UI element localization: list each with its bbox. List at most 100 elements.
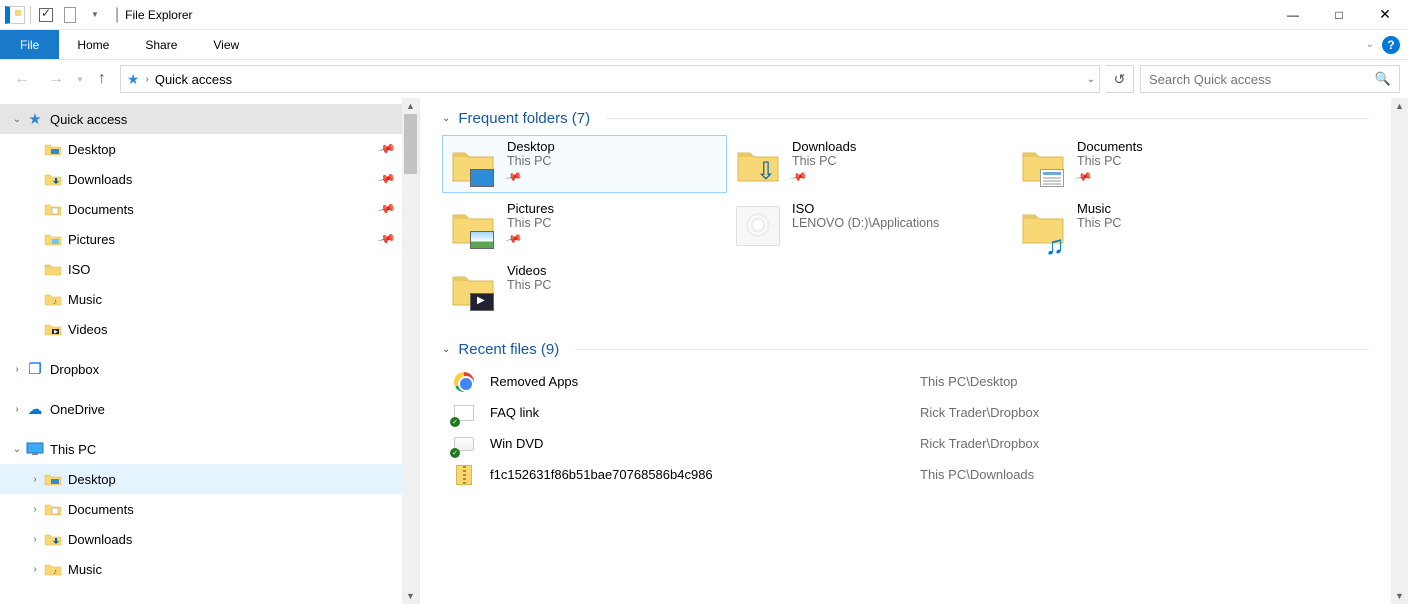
tree-item-music[interactable]: ♪ Music bbox=[0, 284, 418, 314]
tree-dropbox[interactable]: › ❐ Dropbox bbox=[0, 354, 418, 384]
minimize-button[interactable]: — bbox=[1270, 0, 1316, 30]
tree-label: This PC bbox=[50, 442, 96, 457]
dropbox-icon: ❐ bbox=[26, 360, 44, 378]
chevron-right-icon[interactable]: › bbox=[28, 564, 42, 575]
file-tab[interactable]: File bbox=[0, 30, 59, 59]
folder-card-downloads[interactable]: ⇩DownloadsThis PC📌 bbox=[727, 135, 1012, 193]
breadcrumb-location[interactable]: Quick access bbox=[155, 72, 232, 87]
folder-icon bbox=[44, 530, 62, 548]
ribbon-expand-icon[interactable]: ⌄ bbox=[1366, 39, 1374, 50]
breadcrumb-caret-icon[interactable]: › bbox=[145, 74, 148, 85]
chevron-down-icon[interactable]: ⌄ bbox=[442, 113, 450, 124]
tree-item-videos[interactable]: ▶Videos bbox=[0, 314, 418, 344]
svg-text:♪: ♪ bbox=[53, 297, 57, 306]
folder-icon: ♪ bbox=[44, 560, 62, 578]
up-button[interactable]: ↑ bbox=[90, 65, 114, 93]
zip-icon bbox=[456, 465, 472, 485]
folder-location: This PC bbox=[507, 278, 551, 292]
scroll-up-icon[interactable]: ▲ bbox=[1391, 98, 1408, 114]
folder-card-videos[interactable]: VideosThis PC bbox=[442, 259, 727, 317]
desktop-overlay-icon bbox=[470, 169, 494, 187]
scrollbar-thumb[interactable] bbox=[404, 114, 417, 174]
tree-label: Documents bbox=[68, 502, 134, 517]
tree-this-pc[interactable]: ⌄ This PC bbox=[0, 434, 418, 464]
pin-icon: 📌 bbox=[505, 168, 522, 185]
chevron-right-icon[interactable]: › bbox=[10, 404, 24, 415]
recent-file-row[interactable]: ✓FAQ linkRick Trader\Dropbox bbox=[442, 397, 1369, 428]
recent-file-row[interactable]: ✓Win DVDRick Trader\Dropbox bbox=[442, 428, 1369, 459]
window-controls: — □ ✕ bbox=[1270, 0, 1408, 30]
chevron-down-icon[interactable]: ⌄ bbox=[10, 444, 24, 455]
address-bar[interactable]: ★ › Quick access ⌄ bbox=[120, 65, 1100, 93]
folder-card-pictures[interactable]: PicturesThis PC📌 bbox=[442, 197, 727, 255]
tree-item-downloads[interactable]: Downloads📌 bbox=[0, 164, 418, 194]
file-path: Rick Trader\Dropbox bbox=[920, 436, 1039, 451]
content-scrollbar[interactable]: ▲ ▼ bbox=[1391, 98, 1408, 604]
section-title: Recent files (9) bbox=[458, 341, 559, 358]
pin-icon: 📌 bbox=[377, 169, 397, 189]
history-dropdown-icon[interactable]: ▼ bbox=[76, 75, 84, 84]
tab-view[interactable]: View bbox=[195, 30, 257, 59]
folder-icon bbox=[44, 170, 62, 188]
tree-scrollbar[interactable]: ▲ ▼ bbox=[402, 98, 419, 604]
chevron-down-icon[interactable]: ⌄ bbox=[442, 344, 450, 355]
help-icon[interactable]: ? bbox=[1382, 36, 1400, 54]
scroll-up-icon[interactable]: ▲ bbox=[402, 98, 419, 114]
chevron-right-icon[interactable]: › bbox=[28, 534, 42, 545]
forward-button[interactable]: → bbox=[42, 65, 70, 93]
qat-dropdown-icon[interactable]: ▼ bbox=[83, 4, 105, 26]
scroll-down-icon[interactable]: ▼ bbox=[1391, 588, 1408, 604]
svg-text:♪: ♪ bbox=[53, 567, 57, 576]
back-button[interactable]: ← bbox=[8, 65, 36, 93]
address-dropdown-icon[interactable]: ⌄ bbox=[1087, 74, 1095, 85]
recent-file-row[interactable]: Removed AppsThis PC\Desktop bbox=[442, 366, 1369, 397]
tree-label: Pictures bbox=[68, 232, 115, 247]
file-path: This PC\Downloads bbox=[920, 467, 1034, 482]
properties-icon[interactable] bbox=[35, 4, 57, 26]
chevron-right-icon[interactable]: › bbox=[28, 504, 42, 515]
chevron-right-icon[interactable]: › bbox=[10, 364, 24, 375]
sync-badge-icon: ✓ bbox=[450, 417, 460, 427]
refresh-button[interactable]: ↺ bbox=[1106, 65, 1134, 93]
maximize-button[interactable]: □ bbox=[1316, 0, 1362, 30]
tree-item-documents[interactable]: Documents📌 bbox=[0, 194, 418, 224]
tree-item-downloads[interactable]: ›Downloads bbox=[0, 524, 418, 554]
folder-card-iso[interactable]: ISOLENOVO (D:)\Applications bbox=[727, 197, 1012, 255]
search-input[interactable] bbox=[1149, 72, 1367, 87]
tree-item-pictures[interactable]: Pictures📌 bbox=[0, 224, 418, 254]
tab-home[interactable]: Home bbox=[59, 30, 127, 59]
tree-item-iso[interactable]: ISO bbox=[0, 254, 418, 284]
search-box[interactable]: 🔍 bbox=[1140, 65, 1400, 93]
chevron-right-icon[interactable]: › bbox=[28, 474, 42, 485]
close-button[interactable]: ✕ bbox=[1362, 0, 1408, 30]
tree-onedrive[interactable]: › ☁ OneDrive bbox=[0, 394, 418, 424]
tree-label: Documents bbox=[68, 202, 134, 217]
new-folder-icon[interactable] bbox=[59, 4, 81, 26]
folder-card-desktop[interactable]: DesktopThis PC📌 bbox=[442, 135, 727, 193]
tree-label: OneDrive bbox=[50, 402, 105, 417]
navigation-row: ← → ▼ ↑ ★ › Quick access ⌄ ↺ 🔍 bbox=[0, 60, 1408, 98]
tree-item-desktop[interactable]: Desktop📌 bbox=[0, 134, 418, 164]
recent-file-row[interactable]: f1c152631f86b51bae70768586b4c986This PC\… bbox=[442, 459, 1369, 490]
tree-quick-access[interactable]: ⌄ ★ Quick access bbox=[0, 104, 418, 134]
tree-item-music[interactable]: ›♪Music bbox=[0, 554, 418, 584]
frequent-folders-header[interactable]: ⌄ Frequent folders (7) bbox=[442, 110, 1369, 127]
folder-card-music[interactable]: ♫MusicThis PC bbox=[1012, 197, 1297, 255]
tree-label: Dropbox bbox=[50, 362, 99, 377]
folder-icon: ▶ bbox=[44, 320, 62, 338]
explorer-icon[interactable] bbox=[4, 4, 26, 26]
folder-location: This PC bbox=[1077, 154, 1143, 168]
divider bbox=[606, 118, 1369, 119]
tree-item-desktop[interactable]: ›Desktop bbox=[0, 464, 418, 494]
recent-files-header[interactable]: ⌄ Recent files (9) bbox=[442, 341, 1369, 358]
title-separator: | bbox=[115, 6, 119, 24]
folder-card-documents[interactable]: DocumentsThis PC📌 bbox=[1012, 135, 1297, 193]
tab-share[interactable]: Share bbox=[127, 30, 195, 59]
scroll-down-icon[interactable]: ▼ bbox=[402, 588, 419, 604]
tree-item-documents[interactable]: › Documents bbox=[0, 494, 418, 524]
chevron-down-icon[interactable]: ⌄ bbox=[10, 114, 24, 125]
tree-label: Music bbox=[68, 292, 102, 307]
folder-icon bbox=[44, 140, 62, 158]
folder-icon bbox=[44, 260, 62, 278]
search-icon[interactable]: 🔍 bbox=[1375, 71, 1391, 87]
